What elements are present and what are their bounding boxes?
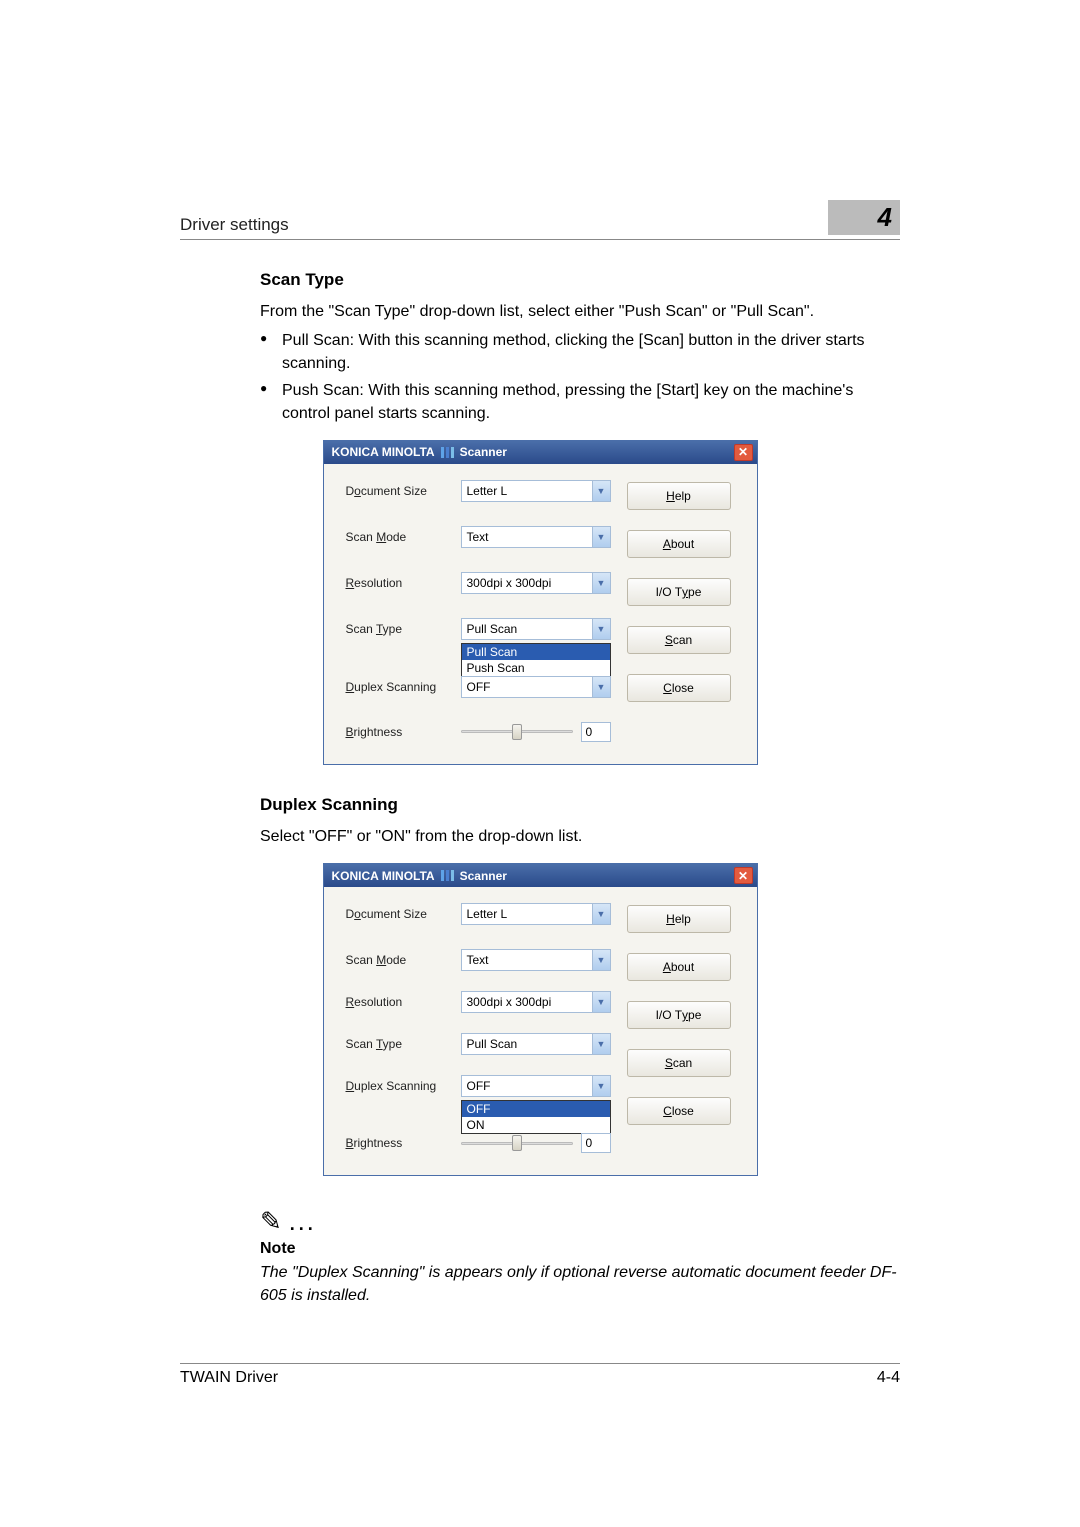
note-hand-icon: ✎ (260, 1206, 282, 1237)
slider-thumb-icon[interactable] (512, 724, 522, 740)
para-duplex-scanning: Select "OFF" or "ON" from the drop-down … (260, 825, 900, 848)
close-icon[interactable]: ✕ (734, 444, 753, 461)
close-icon[interactable]: ✕ (734, 867, 753, 884)
chevron-down-icon: ▼ (592, 904, 610, 924)
label-scan-type: Scan Type (346, 622, 461, 636)
label-scan-mode: Scan Mode (346, 953, 461, 967)
note-heading: Note (260, 1240, 900, 1258)
brightness-slider[interactable] (461, 1135, 573, 1151)
scan-button[interactable]: Scan (627, 1049, 731, 1077)
combo-scan-mode[interactable]: Text ▼ (461, 949, 611, 971)
combo-option[interactable]: Pull Scan (462, 644, 610, 660)
dialog-titlebar: KONICA MINOLTA Scanner ✕ (324, 441, 757, 464)
label-brightness: Brightness (346, 1136, 461, 1150)
label-resolution: Resolution (346, 576, 461, 590)
combo-option[interactable]: OFF (462, 1101, 610, 1117)
chapter-number-box: 4 (828, 200, 900, 235)
io-type-button[interactable]: I/O Type (627, 1001, 731, 1029)
label-brightness: Brightness (346, 725, 461, 739)
label-duplex-scanning: Duplex Scanning (346, 1079, 461, 1093)
dialog-title-suffix: Scanner (460, 445, 507, 459)
label-duplex-scanning: Duplex Scanning (346, 680, 461, 694)
footer-right: 4-4 (877, 1369, 900, 1387)
about-button[interactable]: About (627, 953, 731, 981)
chevron-down-icon: ▼ (592, 950, 610, 970)
chevron-down-icon: ▼ (592, 992, 610, 1012)
note-icon-row: ✎ ... (260, 1206, 900, 1237)
brand-stripes-icon (441, 870, 454, 881)
combo-resolution[interactable]: 300dpi x 300dpi ▼ (461, 991, 611, 1013)
help-button[interactable]: Help (627, 482, 731, 510)
about-button[interactable]: About (627, 530, 731, 558)
io-type-button[interactable]: I/O Type (627, 578, 731, 606)
close-button[interactable]: Close (627, 1097, 731, 1125)
combo-duplex-dropdown: OFF ON (461, 1100, 611, 1134)
page-header: Driver settings 4 (180, 200, 900, 240)
brightness-input[interactable]: 0 (581, 1133, 611, 1153)
help-button[interactable]: Help (627, 905, 731, 933)
page-footer: TWAIN Driver 4-4 (180, 1363, 900, 1387)
note-body: The "Duplex Scanning" is appears only if… (260, 1261, 900, 1307)
combo-scan-type-dropdown: Pull Scan Push Scan (461, 643, 611, 677)
chevron-down-icon: ▼ (592, 573, 610, 593)
heading-scan-type: Scan Type (260, 270, 900, 290)
label-scan-type: Scan Type (346, 1037, 461, 1051)
heading-duplex-scanning: Duplex Scanning (260, 795, 900, 815)
chevron-down-icon: ▼ (592, 677, 610, 697)
label-resolution: Resolution (346, 995, 461, 1009)
brand-name: KONICA MINOLTA (332, 869, 435, 883)
brand-stripes-icon (441, 447, 454, 458)
list-scan-type: Pull Scan: With this scanning method, cl… (260, 329, 900, 425)
combo-scan-mode[interactable]: Text ▼ (461, 526, 611, 548)
slider-thumb-icon[interactable] (512, 1135, 522, 1151)
label-scan-mode: Scan Mode (346, 530, 461, 544)
combo-option[interactable]: Push Scan (462, 660, 610, 676)
chevron-down-icon: ▼ (592, 1076, 610, 1096)
footer-left: TWAIN Driver (180, 1369, 278, 1387)
para-scan-type: From the "Scan Type" drop-down list, sel… (260, 300, 900, 323)
scan-button[interactable]: Scan (627, 626, 731, 654)
chevron-down-icon: ▼ (592, 527, 610, 547)
combo-scan-type[interactable]: Pull Scan ▼ (461, 618, 611, 640)
chapter-number: 4 (828, 200, 900, 235)
dialog-titlebar: KONICA MINOLTA Scanner ✕ (324, 864, 757, 887)
combo-scan-type[interactable]: Pull Scan ▼ (461, 1033, 611, 1055)
scanner-dialog-scan-type: KONICA MINOLTA Scanner ✕ Document Size L… (323, 440, 758, 765)
scanner-dialog-duplex: KONICA MINOLTA Scanner ✕ Document Size L… (323, 863, 758, 1176)
list-item: Push Scan: With this scanning method, pr… (260, 379, 900, 425)
close-button[interactable]: Close (627, 674, 731, 702)
brightness-slider[interactable] (461, 724, 573, 740)
combo-document-size[interactable]: Letter L ▼ (461, 480, 611, 502)
dialog-title-suffix: Scanner (460, 869, 507, 883)
chevron-down-icon: ▼ (592, 481, 610, 501)
combo-duplex-scanning[interactable]: OFF ▼ (461, 1075, 611, 1097)
brand-name: KONICA MINOLTA (332, 445, 435, 459)
note-dots-icon: ... (290, 1214, 317, 1237)
combo-document-size[interactable]: Letter L ▼ (461, 903, 611, 925)
label-document-size: Document Size (346, 907, 461, 921)
label-document-size: Document Size (346, 484, 461, 498)
chevron-down-icon: ▼ (592, 1034, 610, 1054)
header-section-title: Driver settings (180, 215, 289, 235)
brightness-input[interactable]: 0 (581, 722, 611, 742)
combo-duplex-scanning[interactable]: OFF ▼ (461, 676, 611, 698)
combo-option[interactable]: ON (462, 1117, 610, 1133)
list-item: Pull Scan: With this scanning method, cl… (260, 329, 900, 375)
chevron-down-icon: ▼ (592, 619, 610, 639)
combo-resolution[interactable]: 300dpi x 300dpi ▼ (461, 572, 611, 594)
